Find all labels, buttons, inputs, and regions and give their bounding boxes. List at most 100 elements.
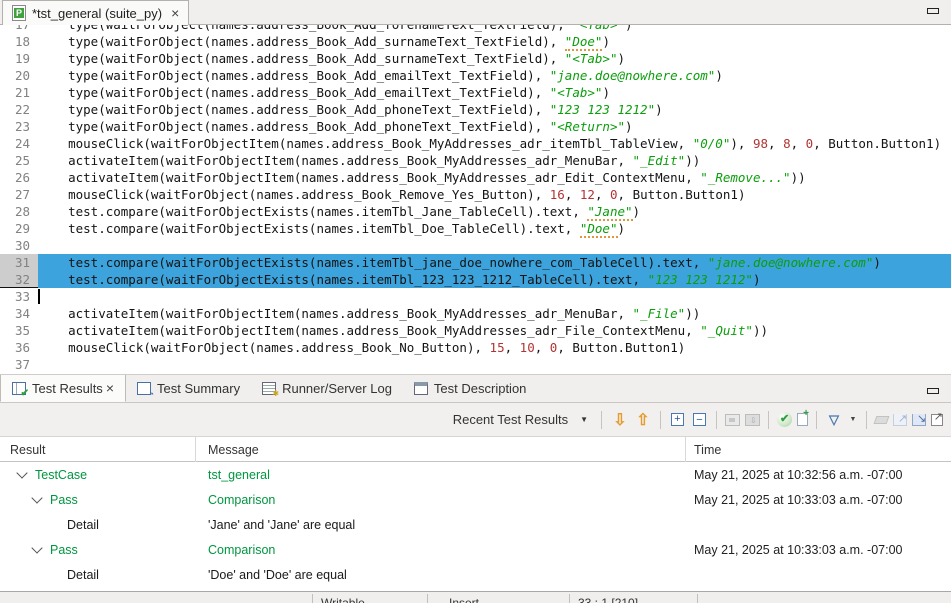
code-text: activateItem(waitForObjectItem(names.add…	[38, 305, 951, 322]
time-cell: May 21, 2025 at 10:33:03 a.m. -07:00	[686, 493, 951, 507]
code-line[interactable]: 20 type(waitForObject(names.address_Book…	[0, 67, 951, 84]
close-icon[interactable]: ×	[106, 381, 114, 395]
new-report-icon[interactable]	[797, 413, 808, 426]
runner-log-icon	[262, 382, 276, 395]
tab-test-summary[interactable]: Test Summary	[126, 375, 251, 402]
status-insert: Insert	[449, 596, 479, 603]
result-down-icon[interactable]	[611, 411, 629, 429]
line-number[interactable]: 18	[0, 33, 38, 50]
code-line[interactable]: 26 activateItem(waitForObjectItem(names.…	[0, 169, 951, 186]
result-up-icon[interactable]	[634, 411, 652, 429]
video-capture-icon[interactable]	[745, 414, 760, 426]
toolbar-separator	[660, 411, 661, 429]
code-line[interactable]: 18 type(waitForObject(names.address_Book…	[0, 33, 951, 50]
tab-test-description[interactable]: Test Description	[403, 375, 537, 402]
line-number[interactable]: 25	[0, 152, 38, 169]
table-row[interactable]: Detail'Jane' and 'Jane' are equal	[0, 512, 951, 537]
minimize-icon[interactable]	[927, 8, 939, 14]
line-number[interactable]: 17	[0, 25, 38, 33]
code-line[interactable]: 24 mouseClick(waitForObjectItem(names.ad…	[0, 135, 951, 152]
recent-test-results-label: Recent Test Results	[453, 412, 568, 427]
close-icon[interactable]: ×	[171, 6, 179, 20]
line-number[interactable]: 19	[0, 50, 38, 67]
code-line[interactable]: 34 activateItem(waitForObjectItem(names.…	[0, 305, 951, 322]
filter-icon[interactable]	[825, 411, 843, 429]
eraser-icon[interactable]	[874, 416, 890, 424]
line-number[interactable]: 37	[0, 356, 38, 373]
line-number[interactable]: 33	[0, 288, 38, 305]
code-line[interactable]: 19 type(waitForObject(names.address_Book…	[0, 50, 951, 67]
filter-dropdown-icon[interactable]	[848, 411, 858, 429]
line-number[interactable]: 36	[0, 339, 38, 356]
code-text: type(waitForObject(names.address_Book_Ad…	[38, 84, 951, 101]
verify-icon[interactable]	[777, 412, 792, 427]
line-number[interactable]: 35	[0, 322, 38, 339]
code-line[interactable]: 33	[0, 288, 951, 305]
code-line[interactable]: 23 type(waitForObject(names.address_Book…	[0, 118, 951, 135]
column-header-time[interactable]: Time	[686, 437, 951, 462]
line-number[interactable]: 22	[0, 101, 38, 118]
open-external-icon[interactable]	[931, 414, 943, 426]
code-editor[interactable]: 17 type(waitForObject(names.address_Book…	[0, 25, 951, 374]
code-text: type(waitForObject(names.address_Book_Ad…	[38, 33, 951, 50]
statusbar: WritableInsert33 : 1 [210]	[0, 591, 951, 603]
code-line[interactable]: 37	[0, 356, 951, 373]
message-cell: Comparison	[196, 493, 686, 507]
line-number[interactable]: 26	[0, 169, 38, 186]
code-line[interactable]: 36 mouseClick(waitForObject(names.addres…	[0, 339, 951, 356]
code-text: test.compare(waitForObjectExists(names.i…	[38, 254, 951, 271]
chevron-down-icon: ▼	[580, 415, 588, 424]
column-header-message[interactable]: Message	[196, 437, 686, 462]
chevron-down-icon[interactable]	[31, 543, 42, 554]
line-number[interactable]: 21	[0, 84, 38, 101]
line-number[interactable]: 31	[0, 254, 38, 271]
results-rows: TestCasetst_generalMay 21, 2025 at 10:32…	[0, 462, 951, 587]
collapse-all-icon[interactable]	[693, 413, 706, 426]
line-number[interactable]: 28	[0, 203, 38, 220]
line-number[interactable]: 23	[0, 118, 38, 135]
code-line[interactable]: 31 test.compare(waitForObjectExists(name…	[0, 254, 951, 271]
code-line[interactable]: 32 test.compare(waitForObjectExists(name…	[0, 271, 951, 288]
code-line[interactable]: 35 activateItem(waitForObjectItem(names.…	[0, 322, 951, 339]
line-number[interactable]: 30	[0, 237, 38, 254]
line-number[interactable]: 29	[0, 220, 38, 237]
line-number[interactable]: 32	[0, 271, 38, 288]
code-line[interactable]: 21 type(waitForObject(names.address_Book…	[0, 84, 951, 101]
code-line[interactable]: 29 test.compare(waitForObjectExists(name…	[0, 220, 951, 237]
editor-tab-tst-general[interactable]: *tst_general (suite_py) ×	[2, 0, 189, 25]
export-down-icon[interactable]	[912, 414, 926, 426]
code-line[interactable]: 22 type(waitForObject(names.address_Book…	[0, 101, 951, 118]
tab-runner-server-log[interactable]: Runner/Server Log	[251, 375, 403, 402]
editor-tabbar: *tst_general (suite_py) ×	[0, 0, 951, 25]
chevron-down-icon[interactable]	[31, 493, 42, 504]
editor-tab-title: *tst_general (suite_py)	[32, 6, 162, 21]
code-text	[38, 356, 951, 373]
time-cell: May 21, 2025 at 10:33:03 a.m. -07:00	[686, 543, 951, 557]
code-line[interactable]: 27 mouseClick(waitForObject(names.addres…	[0, 186, 951, 203]
export-up-icon[interactable]	[893, 414, 907, 426]
line-number[interactable]: 20	[0, 67, 38, 84]
table-row[interactable]: TestCasetst_generalMay 21, 2025 at 10:32…	[0, 462, 951, 487]
panel-minimize-icon[interactable]	[927, 388, 939, 394]
column-header-result[interactable]: Result	[0, 437, 196, 462]
tab-test-results[interactable]: Test Results×	[0, 375, 126, 402]
code-line[interactable]: 30	[0, 237, 951, 254]
code-line[interactable]: 17 type(waitForObject(names.address_Book…	[0, 25, 951, 33]
result-label: Detail	[67, 568, 99, 582]
chevron-down-icon[interactable]	[16, 468, 27, 479]
ide-window: *tst_general (suite_py) × 17 type(waitFo…	[0, 0, 951, 603]
table-row[interactable]: PassComparisonMay 21, 2025 at 10:33:03 a…	[0, 487, 951, 512]
code-lines: 17 type(waitForObject(names.address_Book…	[0, 25, 951, 373]
screenshot-icon[interactable]	[725, 414, 740, 426]
code-line[interactable]: 28 test.compare(waitForObjectExists(name…	[0, 203, 951, 220]
code-line[interactable]: 25 activateItem(waitForObjectItem(names.…	[0, 152, 951, 169]
test-results-table: ResultMessageTime TestCasetst_generalMay…	[0, 437, 951, 587]
line-number[interactable]: 27	[0, 186, 38, 203]
recent-test-results-dropdown[interactable]: Recent Test Results ▼	[453, 412, 588, 427]
expand-all-icon[interactable]	[671, 413, 684, 426]
line-number[interactable]: 34	[0, 305, 38, 322]
table-row[interactable]: PassComparisonMay 21, 2025 at 10:33:03 a…	[0, 537, 951, 562]
line-number[interactable]: 24	[0, 135, 38, 152]
table-row[interactable]: Detail'Doe' and 'Doe' are equal	[0, 562, 951, 587]
code-text	[38, 237, 951, 254]
